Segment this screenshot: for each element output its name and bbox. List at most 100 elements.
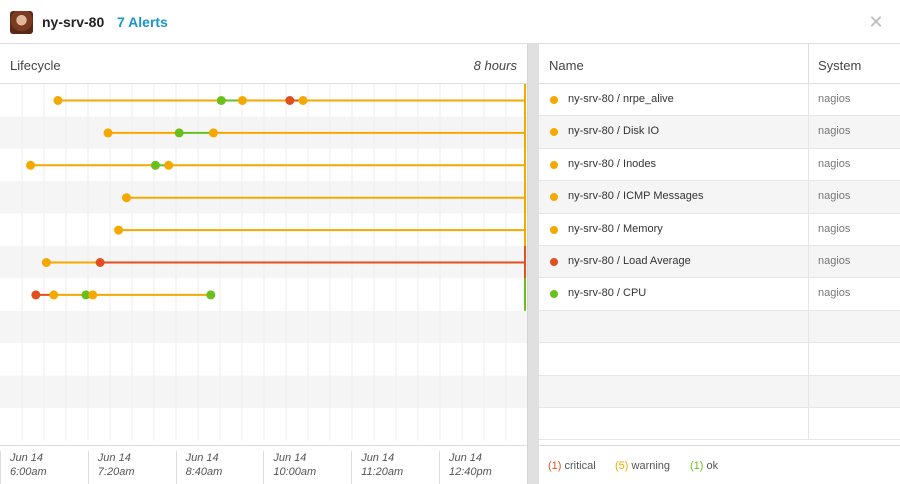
alert-row[interactable]: ny-srv-80 / nrpe_alive nagios (539, 84, 900, 117)
state-change-point (41, 258, 51, 267)
tick-time: 6:00am (10, 466, 47, 478)
lifecycle-timeline (0, 84, 527, 441)
legend-item-ok: (1) ok (690, 460, 718, 472)
column-separator (808, 246, 809, 278)
column-separator (808, 44, 809, 84)
alert-name: ny-srv-80 / Inodes (568, 157, 657, 170)
alert-system: nagios (818, 287, 851, 300)
tick-time: 11:20am (361, 466, 404, 478)
tick-time: 12:40pm (449, 466, 492, 478)
state-change-point (298, 96, 308, 105)
column-separator (808, 116, 809, 148)
alerts-table: Name System ny-srv-80 / nrpe_alive nagios… (539, 44, 900, 484)
empty-row (539, 408, 900, 441)
tick-date: Jun 14 (10, 452, 44, 464)
alert-name: ny-srv-80 / Disk IO (568, 125, 660, 138)
column-header-system[interactable]: System (818, 58, 861, 73)
state-change-point (206, 290, 216, 300)
lifecycle-header: Lifecycle 8 hours (0, 44, 527, 84)
tick-time: 7:20am (97, 466, 135, 478)
status-dot-icon (550, 128, 558, 137)
tick-time: 10:00am (273, 466, 317, 478)
time-axis-tick: Jun 14 11:20am (351, 451, 439, 484)
time-axis-tick: Jun 14 6:00am (0, 451, 88, 484)
legend-item-critical: (1) critical (548, 460, 596, 472)
tick-date: Jun 14 (273, 452, 307, 464)
time-axis-tick: Jun 14 12:40pm (439, 451, 527, 484)
column-separator (808, 84, 809, 116)
alert-system: nagios (818, 93, 851, 105)
alert-name: ny-srv-80 / CPU (568, 287, 647, 300)
status-dot-icon (550, 160, 558, 169)
legend-label: ok (703, 460, 719, 472)
state-change-point (150, 160, 160, 170)
state-change-point (103, 128, 113, 138)
state-change-point (95, 258, 105, 267)
column-separator (808, 181, 809, 213)
column-separator (808, 213, 809, 245)
lifecycle-title: Lifecycle (10, 58, 61, 73)
alert-name: ny-srv-80 / nrpe_alive (568, 93, 674, 105)
column-separator (808, 375, 809, 407)
time-axis-tick: Jun 14 8:40am (175, 451, 264, 484)
tick-date: Jun 14 (97, 452, 131, 464)
state-change-point (216, 96, 226, 105)
state-change-point (26, 160, 36, 170)
legend-count: (5) (615, 460, 629, 472)
alert-row[interactable]: ny-srv-80 / Memory nagios (539, 213, 900, 246)
tick-date: Jun 14 (449, 452, 483, 464)
status-dot-icon (550, 258, 558, 266)
status-dot-icon (550, 290, 558, 299)
alert-system: nagios (818, 157, 851, 170)
close-icon[interactable]: ✕ (866, 12, 886, 32)
alert-name: ny-srv-80 / Load Average (568, 255, 691, 267)
alert-row[interactable]: ny-srv-80 / CPU nagios (539, 278, 900, 311)
column-separator (808, 408, 809, 440)
legend-item-warning: (5) warning (615, 460, 670, 472)
state-change-point (285, 96, 295, 105)
empty-row (539, 310, 900, 344)
alert-name: ny-srv-80 / Memory (568, 222, 663, 235)
alert-name: ny-srv-80 / ICMP Messages (568, 190, 704, 203)
status-dot-icon (550, 225, 558, 234)
alert-row[interactable]: ny-srv-80 / Load Average nagios (539, 246, 900, 279)
modal-header: ny-srv-80 7 Alerts ✕ (0, 0, 900, 44)
empty-row (539, 375, 900, 408)
state-change-point (121, 193, 131, 203)
state-change-point (31, 290, 41, 300)
alert-system: nagios (818, 190, 851, 203)
time-axis-tick: Jun 14 10:00am (263, 451, 351, 484)
host-avatar (10, 11, 33, 34)
alert-system: nagios (818, 255, 851, 267)
lifecycle-panel: Lifecycle 8 hours Jun 14 6:00am Jun 14 7:20… (0, 44, 527, 484)
alert-row[interactable]: ny-srv-80 / Disk IO nagios (539, 116, 900, 149)
column-header-name[interactable]: Name (549, 58, 584, 73)
table-header: Name System (539, 44, 900, 84)
legend-label: warning (628, 460, 671, 472)
alert-system: nagios (818, 222, 851, 235)
empty-row (539, 343, 900, 376)
panel-resize-handle[interactable] (527, 44, 539, 484)
time-axis: Jun 14 6:00am Jun 14 7:20am Jun 14 8:40am Jun … (0, 445, 527, 484)
status-dot-icon (550, 96, 558, 104)
legend-label: critical (561, 460, 596, 472)
column-separator (808, 310, 809, 343)
column-separator (808, 278, 809, 310)
time-axis-tick: Jun 14 7:20am (87, 451, 176, 484)
state-change-point (88, 290, 98, 300)
alert-system: nagios (818, 125, 851, 138)
tick-date: Jun 14 (185, 452, 219, 464)
status-legend: (1) critical (5) warning (1) ok (539, 445, 900, 484)
state-change-point (53, 96, 63, 105)
state-change-point (49, 290, 59, 300)
state-change-point (114, 225, 124, 235)
table-body: ny-srv-80 / nrpe_alive nagios ny-srv-80 / … (539, 84, 900, 444)
alerts-count-link[interactable]: 7 Alerts (117, 14, 168, 30)
state-change-point (208, 128, 218, 138)
time-range-label: 8 hours (473, 58, 517, 73)
state-change-point (237, 96, 247, 105)
status-dot-icon (550, 193, 558, 202)
alert-row[interactable]: ny-srv-80 / ICMP Messages nagios (539, 181, 900, 214)
column-separator (808, 148, 809, 181)
alert-row[interactable]: ny-srv-80 / Inodes nagios (539, 148, 900, 182)
